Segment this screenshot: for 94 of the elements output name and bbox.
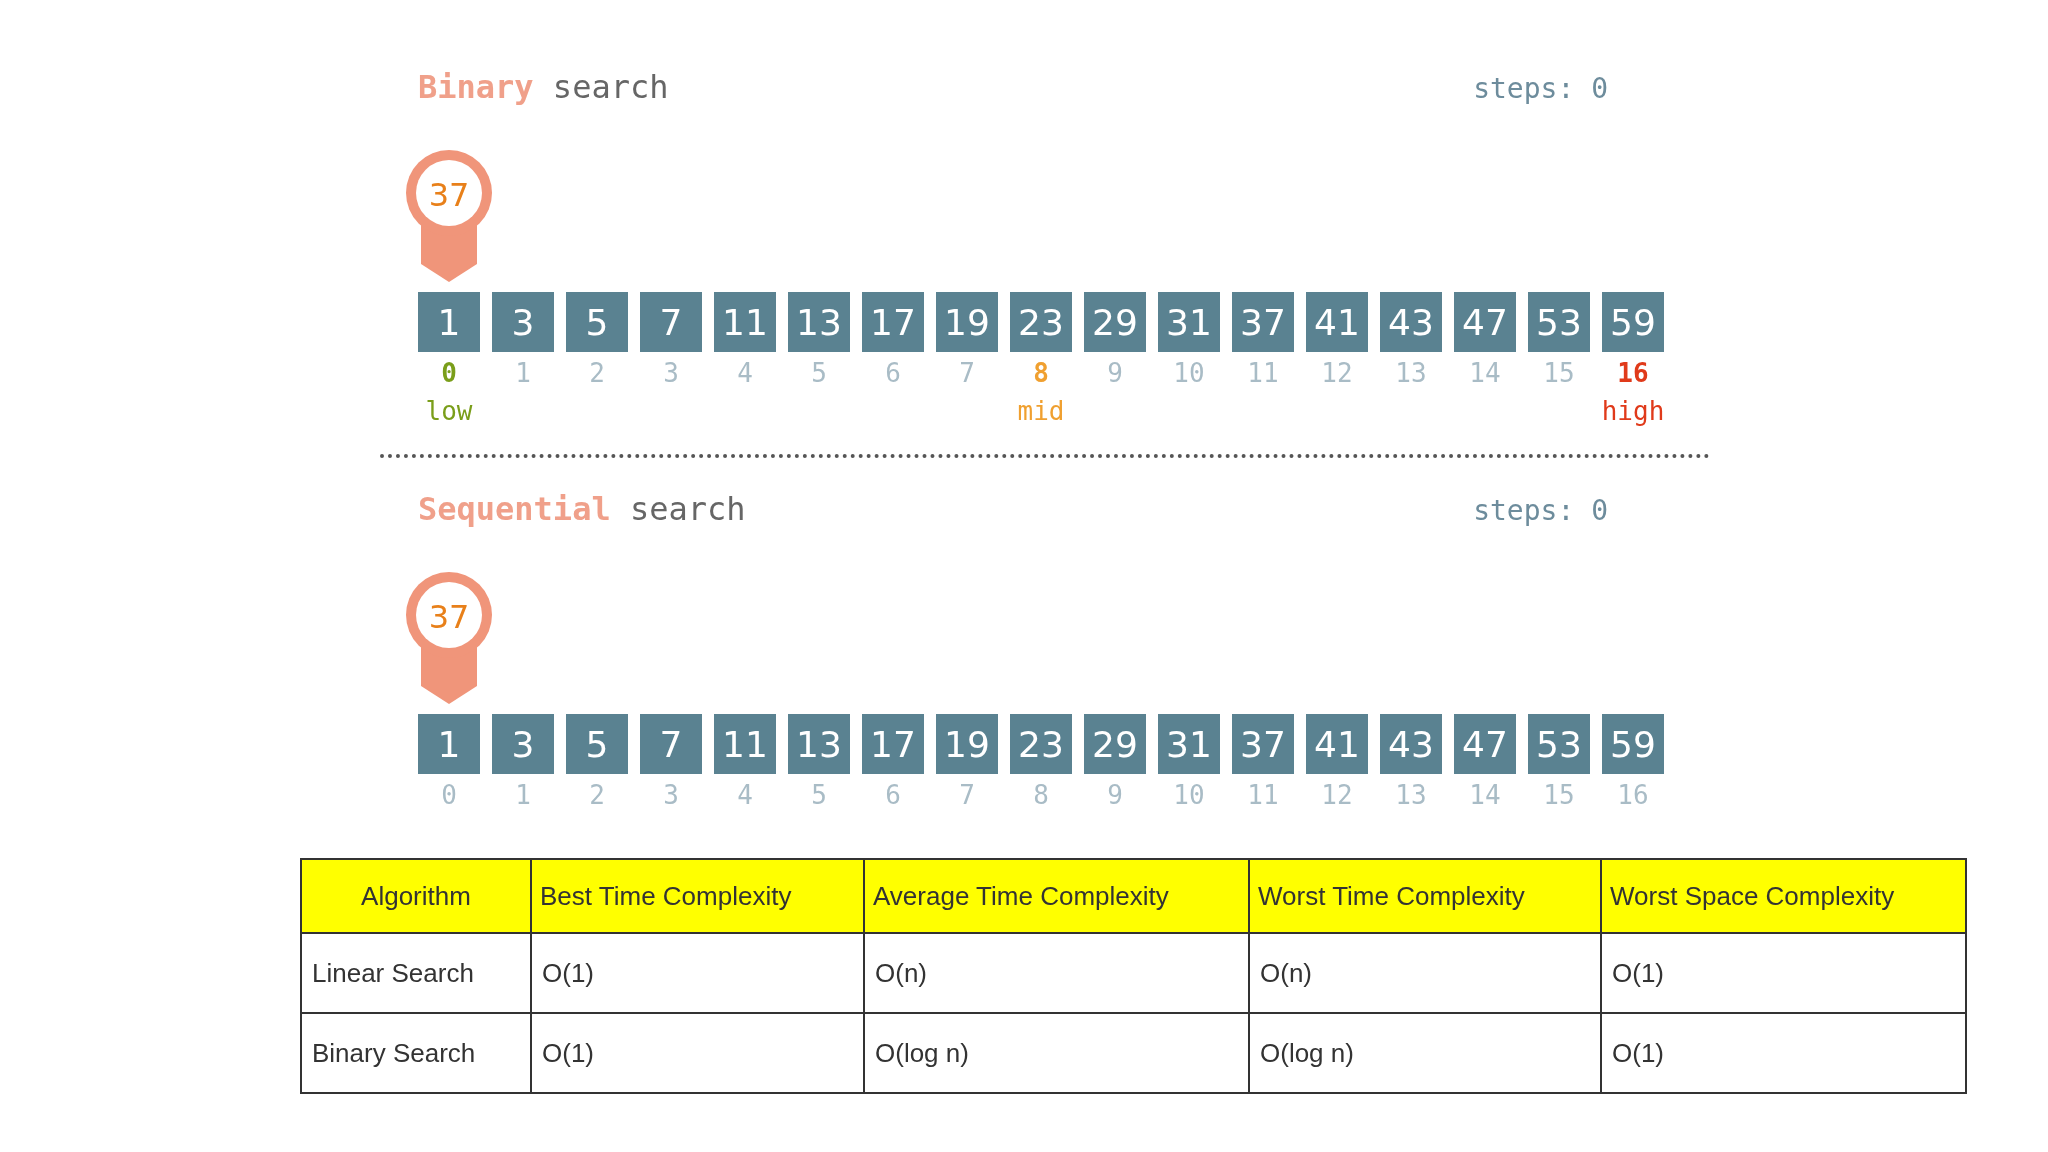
array-index: 7 — [958, 780, 976, 810]
array-index: 10 — [1172, 358, 1206, 388]
array-index: 3 — [662, 358, 680, 388]
array-element: 53 — [1528, 292, 1590, 352]
array-element: 59 — [1602, 292, 1664, 352]
array-element: 13 — [788, 714, 850, 774]
map-pin-icon — [404, 570, 494, 704]
array-index: 13 — [1394, 780, 1428, 810]
array-index: 8 — [1032, 358, 1050, 388]
column-header: Average Time Complexity — [864, 859, 1249, 933]
array-element: 29 — [1084, 714, 1146, 774]
table-cell: O(1) — [531, 933, 864, 1013]
target-value: 37 — [427, 598, 471, 636]
section-title: Sequential search — [418, 490, 746, 528]
section-title: Binary search — [418, 68, 669, 106]
array-element: 17 — [862, 714, 924, 774]
array-index: 6 — [884, 358, 902, 388]
array-index: 2 — [588, 780, 606, 810]
array-element: 37 — [1232, 292, 1294, 352]
array-element: 41 — [1306, 292, 1368, 352]
array-index: 15 — [1542, 358, 1576, 388]
steps-counter: steps: 0 — [1473, 494, 1608, 527]
array-index: 3 — [662, 780, 680, 810]
steps-counter: steps: 0 — [1473, 72, 1608, 105]
array-element: 37 — [1232, 714, 1294, 774]
array-index: 12 — [1320, 780, 1354, 810]
array-element: 43 — [1380, 292, 1442, 352]
array-index: 8 — [1032, 780, 1050, 810]
array-index: 1 — [514, 780, 532, 810]
array-element: 29 — [1084, 292, 1146, 352]
array-index: 9 — [1106, 358, 1124, 388]
table-cell: O(log n) — [1249, 1013, 1601, 1093]
array-element: 1 — [418, 714, 480, 774]
array-index: 11 — [1246, 780, 1280, 810]
array-element: 23 — [1010, 292, 1072, 352]
array-element: 5 — [566, 714, 628, 774]
array-element: 43 — [1380, 714, 1442, 774]
array-element: 23 — [1010, 714, 1072, 774]
array-index: 12 — [1320, 358, 1354, 388]
column-header: Algorithm — [301, 859, 531, 933]
table-cell: O(1) — [531, 1013, 864, 1093]
array-element: 11 — [714, 714, 776, 774]
array-element: 59 — [1602, 714, 1664, 774]
array-index: 10 — [1172, 780, 1206, 810]
table-cell: O(n) — [864, 933, 1249, 1013]
array-index: 1 — [514, 358, 532, 388]
table-cell: Linear Search — [301, 933, 531, 1013]
array-index: 13 — [1394, 358, 1428, 388]
array-element: 7 — [640, 292, 702, 352]
array-index: 16 — [1616, 358, 1650, 388]
array-index: 0 — [440, 780, 458, 810]
table-cell: Binary Search — [301, 1013, 531, 1093]
array-element: 17 — [862, 292, 924, 352]
array-element: 53 — [1528, 714, 1590, 774]
array-element: 31 — [1158, 714, 1220, 774]
pointer-label: high — [1601, 396, 1665, 426]
table-cell: O(log n) — [864, 1013, 1249, 1093]
column-header: Worst Space Complexity — [1601, 859, 1966, 933]
array-element: 31 — [1158, 292, 1220, 352]
target-value: 37 — [427, 176, 471, 214]
array-index: 14 — [1468, 780, 1502, 810]
array-element: 19 — [936, 714, 998, 774]
array-index: 14 — [1468, 358, 1502, 388]
column-header: Best Time Complexity — [531, 859, 864, 933]
array-element: 47 — [1454, 714, 1516, 774]
table-cell: O(n) — [1249, 933, 1601, 1013]
array-element: 5 — [566, 292, 628, 352]
array-element: 3 — [492, 714, 554, 774]
array-index: 2 — [588, 358, 606, 388]
table-cell: O(1) — [1601, 933, 1966, 1013]
array-element: 7 — [640, 714, 702, 774]
array-element: 1 — [418, 292, 480, 352]
array-index: 15 — [1542, 780, 1576, 810]
array-index: 0 — [440, 358, 458, 388]
array-element: 3 — [492, 292, 554, 352]
pointer-label: low — [425, 396, 473, 426]
array-index: 4 — [736, 358, 754, 388]
array-index: 4 — [736, 780, 754, 810]
array-index: 7 — [958, 358, 976, 388]
array-index: 6 — [884, 780, 902, 810]
array-index: 5 — [810, 358, 828, 388]
pointer-label: mid — [1017, 396, 1065, 426]
array-element: 47 — [1454, 292, 1516, 352]
array-element: 19 — [936, 292, 998, 352]
column-header: Worst Time Complexity — [1249, 859, 1601, 933]
array-index: 5 — [810, 780, 828, 810]
array-index: 16 — [1616, 780, 1650, 810]
array-element: 11 — [714, 292, 776, 352]
map-pin-icon — [404, 148, 494, 282]
array-index: 11 — [1246, 358, 1280, 388]
array-element: 13 — [788, 292, 850, 352]
array-element: 41 — [1306, 714, 1368, 774]
array-index: 9 — [1106, 780, 1124, 810]
table-cell: O(1) — [1601, 1013, 1966, 1093]
